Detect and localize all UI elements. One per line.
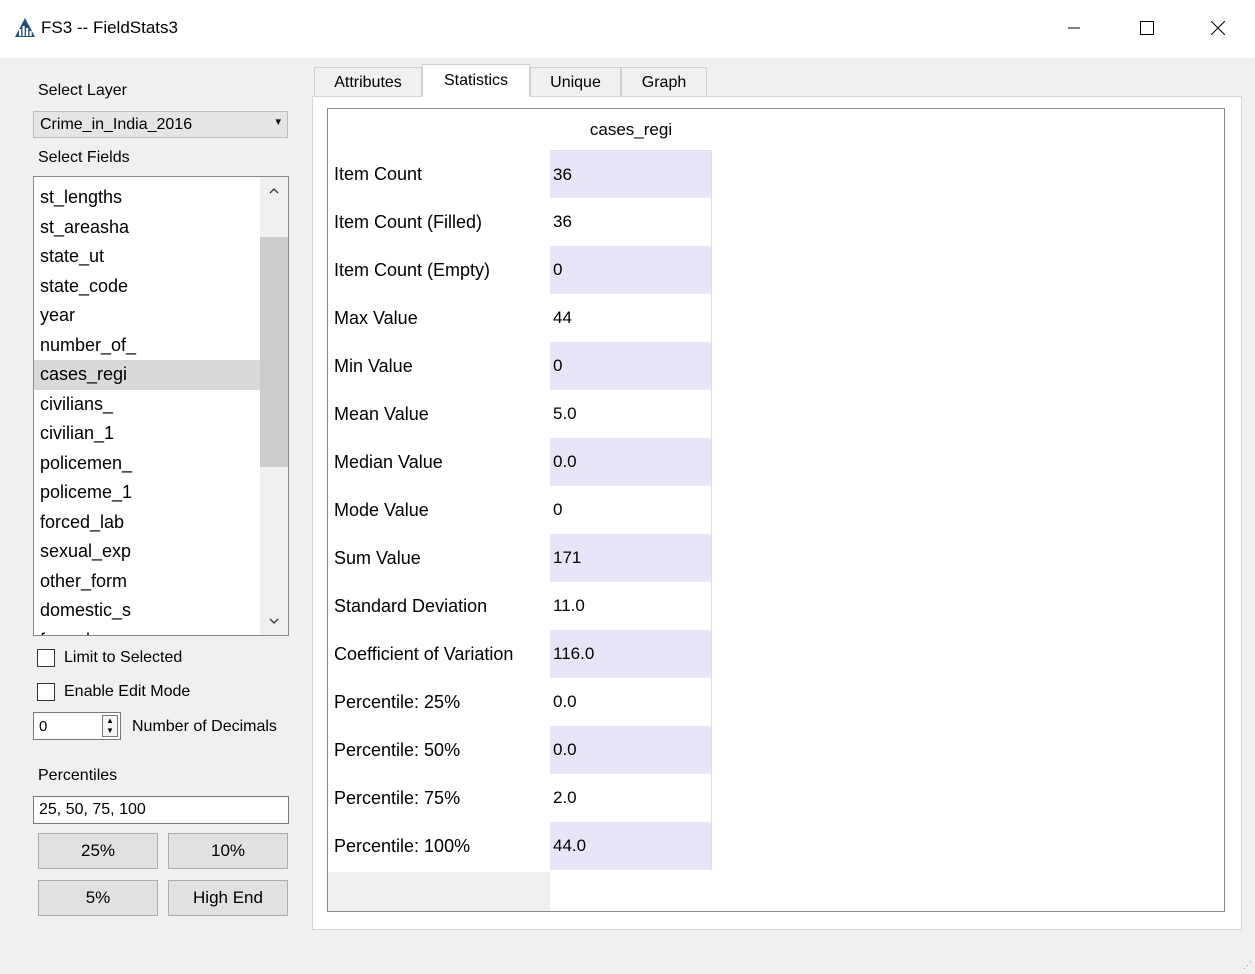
row-header[interactable]: Percentile: 50%: [328, 726, 550, 774]
chevron-up-icon: [269, 188, 279, 194]
list-item[interactable]: st_lengths: [34, 183, 260, 213]
fields-scrollbar[interactable]: [260, 177, 288, 635]
row-header[interactable]: Percentile: 100%: [328, 822, 550, 870]
list-item[interactable]: sexual_exp: [34, 537, 260, 567]
list-item[interactable]: forced_lab: [34, 508, 260, 538]
percentile-25-button[interactable]: 25%: [38, 833, 158, 869]
bar-chart-app-icon: [15, 18, 35, 37]
list-item[interactable]: state_code: [34, 272, 260, 302]
table-cell[interactable]: 0: [550, 246, 712, 294]
table-cell[interactable]: 36: [550, 198, 712, 246]
fields-list-items: st_lengths st_areasha state_ut state_code ye…: [34, 183, 260, 636]
scroll-down-button[interactable]: [260, 607, 288, 635]
title-bar: FS3 -- FieldStats3: [0, 0, 1255, 58]
enable-edit-mode-label[interactable]: Enable Edit Mode: [64, 683, 190, 701]
percentiles-input-value: 25, 50, 75, 100: [39, 801, 146, 818]
list-item[interactable]: year: [34, 301, 260, 331]
list-item[interactable]: forced_m: [34, 626, 260, 636]
chevron-down-icon: [269, 618, 279, 624]
list-item[interactable]: civilians_: [34, 390, 260, 420]
window-title: FS3 -- FieldStats3: [41, 18, 178, 37]
table-cell[interactable]: 44: [550, 294, 712, 342]
close-button[interactable]: [1195, 8, 1241, 48]
row-headers: Item Count Item Count (Filled) Item Count …: [328, 150, 550, 870]
tab-unique[interactable]: Unique: [530, 67, 621, 97]
row-header[interactable]: Mean Value: [328, 390, 550, 438]
row-header-filler: [328, 872, 550, 911]
row-header[interactable]: Max Value: [328, 294, 550, 342]
resize-grip-icon[interactable]: ⋰: [1243, 960, 1252, 971]
table-cell[interactable]: 0.0: [550, 726, 712, 774]
spin-up-icon[interactable]: ▲: [106, 717, 114, 725]
table-cell[interactable]: 0: [550, 342, 712, 390]
maximize-icon: [1140, 21, 1154, 35]
minimize-icon: [1068, 27, 1080, 29]
limit-to-selected-label[interactable]: Limit to Selected: [64, 649, 182, 667]
table-corner: [328, 109, 550, 150]
select-fields-label: Select Fields: [38, 149, 130, 166]
row-header[interactable]: Item Count (Empty): [328, 246, 550, 294]
table-cell[interactable]: 0.0: [550, 438, 712, 486]
table-cell[interactable]: 116.0: [550, 630, 712, 678]
row-header[interactable]: Percentile: 75%: [328, 774, 550, 822]
statistics-table[interactable]: cases_regi Item Count Item Count (Filled)…: [327, 108, 1225, 912]
list-item[interactable]: civilian_1: [34, 419, 260, 449]
tab-graph[interactable]: Graph: [621, 67, 707, 97]
close-icon: [1211, 21, 1225, 35]
tab-statistics[interactable]: Statistics: [422, 64, 530, 97]
layer-combobox[interactable]: Crime_in_India_2016 ▾: [33, 111, 288, 138]
row-header[interactable]: Coefficient of Variation: [328, 630, 550, 678]
percentile-5-button[interactable]: 5%: [38, 880, 158, 916]
table-cell[interactable]: 36: [550, 150, 712, 198]
row-header[interactable]: Percentile: 25%: [328, 678, 550, 726]
column-header[interactable]: cases_regi: [550, 109, 712, 150]
decimals-label: Number of Decimals: [132, 718, 277, 735]
table-cell[interactable]: 44.0: [550, 822, 712, 870]
table-cell[interactable]: 0: [550, 486, 712, 534]
list-item[interactable]: state_ut: [34, 242, 260, 272]
list-item[interactable]: st_areasha: [34, 213, 260, 243]
fields-listbox[interactable]: st_lengths st_areasha state_ut state_code ye…: [33, 176, 289, 636]
percentile-10-button[interactable]: 10%: [168, 833, 288, 869]
tab-attributes[interactable]: Attributes: [314, 67, 422, 97]
scroll-up-button[interactable]: [260, 177, 288, 205]
enable-edit-mode-checkbox[interactable]: [37, 683, 55, 701]
table-cell[interactable]: 171: [550, 534, 712, 582]
row-header[interactable]: Mode Value: [328, 486, 550, 534]
row-header[interactable]: Standard Deviation: [328, 582, 550, 630]
table-cell[interactable]: 11.0: [550, 582, 712, 630]
spin-down-icon[interactable]: ▼: [106, 727, 114, 735]
dropdown-arrow-icon: ▾: [275, 116, 281, 128]
decimals-value: 0: [39, 718, 48, 735]
percentiles-input[interactable]: 25, 50, 75, 100: [33, 796, 289, 824]
list-item[interactable]: number_of_: [34, 331, 260, 361]
row-header[interactable]: Item Count: [328, 150, 550, 198]
maximize-button[interactable]: [1124, 8, 1170, 48]
list-item[interactable]: cases_regi: [34, 360, 260, 390]
spin-arrows[interactable]: ▲ ▼: [102, 715, 118, 737]
layer-combobox-value: Crime_in_India_2016: [40, 116, 193, 133]
list-item[interactable]: domestic_s: [34, 596, 260, 626]
row-header[interactable]: Item Count (Filled): [328, 198, 550, 246]
table-cell[interactable]: 0.0: [550, 678, 712, 726]
table-cell[interactable]: 2.0: [550, 774, 712, 822]
list-item[interactable]: other_form: [34, 567, 260, 597]
list-item[interactable]: policeme_1: [34, 478, 260, 508]
table-cell[interactable]: 5.0: [550, 390, 712, 438]
minimize-button[interactable]: [1051, 8, 1097, 48]
row-header[interactable]: Min Value: [328, 342, 550, 390]
decimals-spinbox[interactable]: 0 ▲ ▼: [33, 712, 121, 740]
value-cells: 36 36 0 44 0 5.0 0.0 0 171 11.0 116.0 0.0 0.0 2.0 44.0: [550, 150, 712, 870]
percentiles-label: Percentiles: [38, 767, 118, 784]
row-header[interactable]: Median Value: [328, 438, 550, 486]
limit-to-selected-checkbox[interactable]: [37, 649, 55, 667]
scrollbar-thumb[interactable]: [260, 237, 288, 467]
row-header[interactable]: Sum Value: [328, 534, 550, 582]
high-end-button[interactable]: High End: [168, 880, 288, 916]
select-layer-label: Select Layer: [38, 82, 127, 99]
list-item[interactable]: policemen_: [34, 449, 260, 479]
